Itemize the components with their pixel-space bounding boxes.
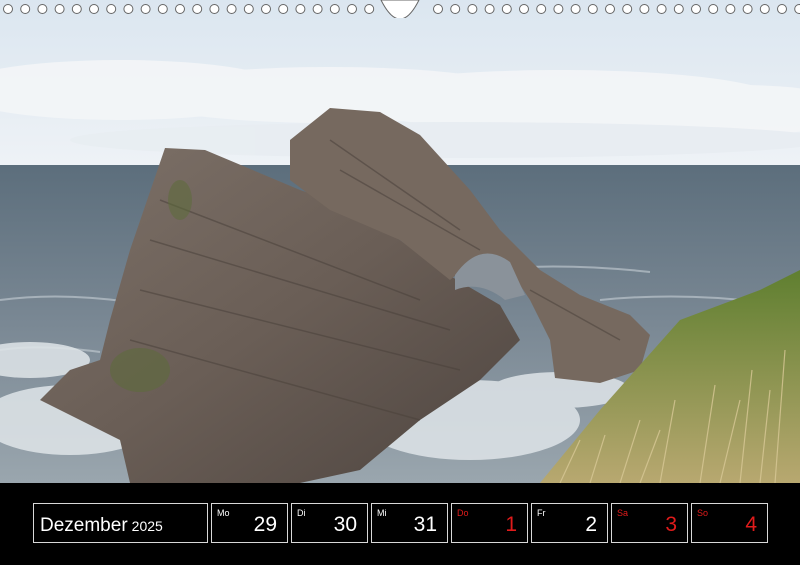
month-label: Dezember 2025 [40, 515, 163, 536]
day-number: 1 [505, 513, 517, 536]
binding-ring [656, 4, 667, 14]
binding-ring [708, 4, 719, 14]
binding-ring [347, 4, 357, 14]
binding-ring [261, 4, 271, 14]
hanger-notch [380, 0, 420, 18]
binding-ring [691, 4, 701, 14]
binding-ring [605, 4, 615, 14]
binding-ring [467, 4, 478, 14]
binding-ring [622, 4, 633, 14]
binding-ring [175, 4, 185, 14]
binding-ring [553, 4, 564, 14]
spiral-binding [0, 0, 800, 18]
bow-fiddle-rock-image [0, 0, 800, 483]
day-number: 31 [413, 513, 437, 536]
day-number: 3 [665, 513, 677, 536]
binding-ring [329, 4, 340, 14]
binding-ring [192, 4, 203, 14]
weekday-label: Fr [537, 508, 546, 518]
binding-ring [433, 4, 443, 14]
calendar-strip: Dezember 2025 Mo 29 Di 30 Mi 31 Do 1 Fr 2 Sa 3 So 4 [0, 483, 800, 565]
binding-ring [364, 4, 375, 14]
day-cell: Mo 29 [211, 503, 288, 543]
day-cell: So 4 [691, 503, 768, 543]
weekday-label: So [697, 508, 709, 518]
day-number: 2 [585, 513, 597, 536]
day-number: 29 [253, 513, 277, 536]
binding-ring [587, 4, 598, 14]
binding-ring [123, 4, 134, 14]
binding-ring [484, 4, 495, 14]
binding-ring [742, 4, 753, 14]
binding-ring [54, 4, 65, 14]
landscape-photo [0, 0, 800, 483]
binding-ring [759, 4, 770, 14]
weekday-label: Di [297, 508, 306, 518]
binding-ring [777, 4, 787, 14]
binding-ring [140, 4, 151, 14]
day-cell: Di 30 [291, 503, 368, 543]
weekday-label: Mo [217, 508, 230, 518]
binding-ring [243, 4, 254, 14]
binding-ring [570, 4, 581, 14]
year-label: 2025 [131, 518, 163, 534]
binding-ring [536, 4, 547, 14]
binding-ring [450, 4, 461, 14]
binding-ring [295, 4, 306, 14]
binding-ring [519, 4, 529, 14]
day-number: 4 [745, 513, 757, 536]
weekday-label: Sa [617, 508, 629, 518]
day-cell: Fr 2 [531, 503, 608, 543]
binding-ring [209, 4, 220, 14]
binding-ring [157, 4, 168, 14]
binding-ring [312, 4, 323, 14]
binding-ring [3, 4, 13, 14]
binding-ring [37, 4, 48, 14]
binding-ring [20, 4, 31, 14]
binding-ring [501, 4, 512, 14]
day-cell: Do 1 [451, 503, 528, 543]
month-box: Dezember 2025 [33, 503, 208, 543]
binding-ring [794, 4, 800, 14]
binding-ring [106, 4, 117, 14]
binding-ring [725, 4, 736, 14]
binding-ring [71, 4, 82, 14]
binding-ring [89, 4, 99, 14]
day-cell: Mi 31 [371, 503, 448, 543]
day-number: 30 [333, 513, 357, 536]
binding-ring [278, 4, 289, 14]
binding-ring [639, 4, 650, 14]
binding-ring [226, 4, 237, 14]
weekday-label: Do [457, 508, 469, 518]
day-cell: Sa 3 [611, 503, 688, 543]
weekday-label: Mi [377, 508, 387, 518]
binding-ring [673, 4, 684, 14]
